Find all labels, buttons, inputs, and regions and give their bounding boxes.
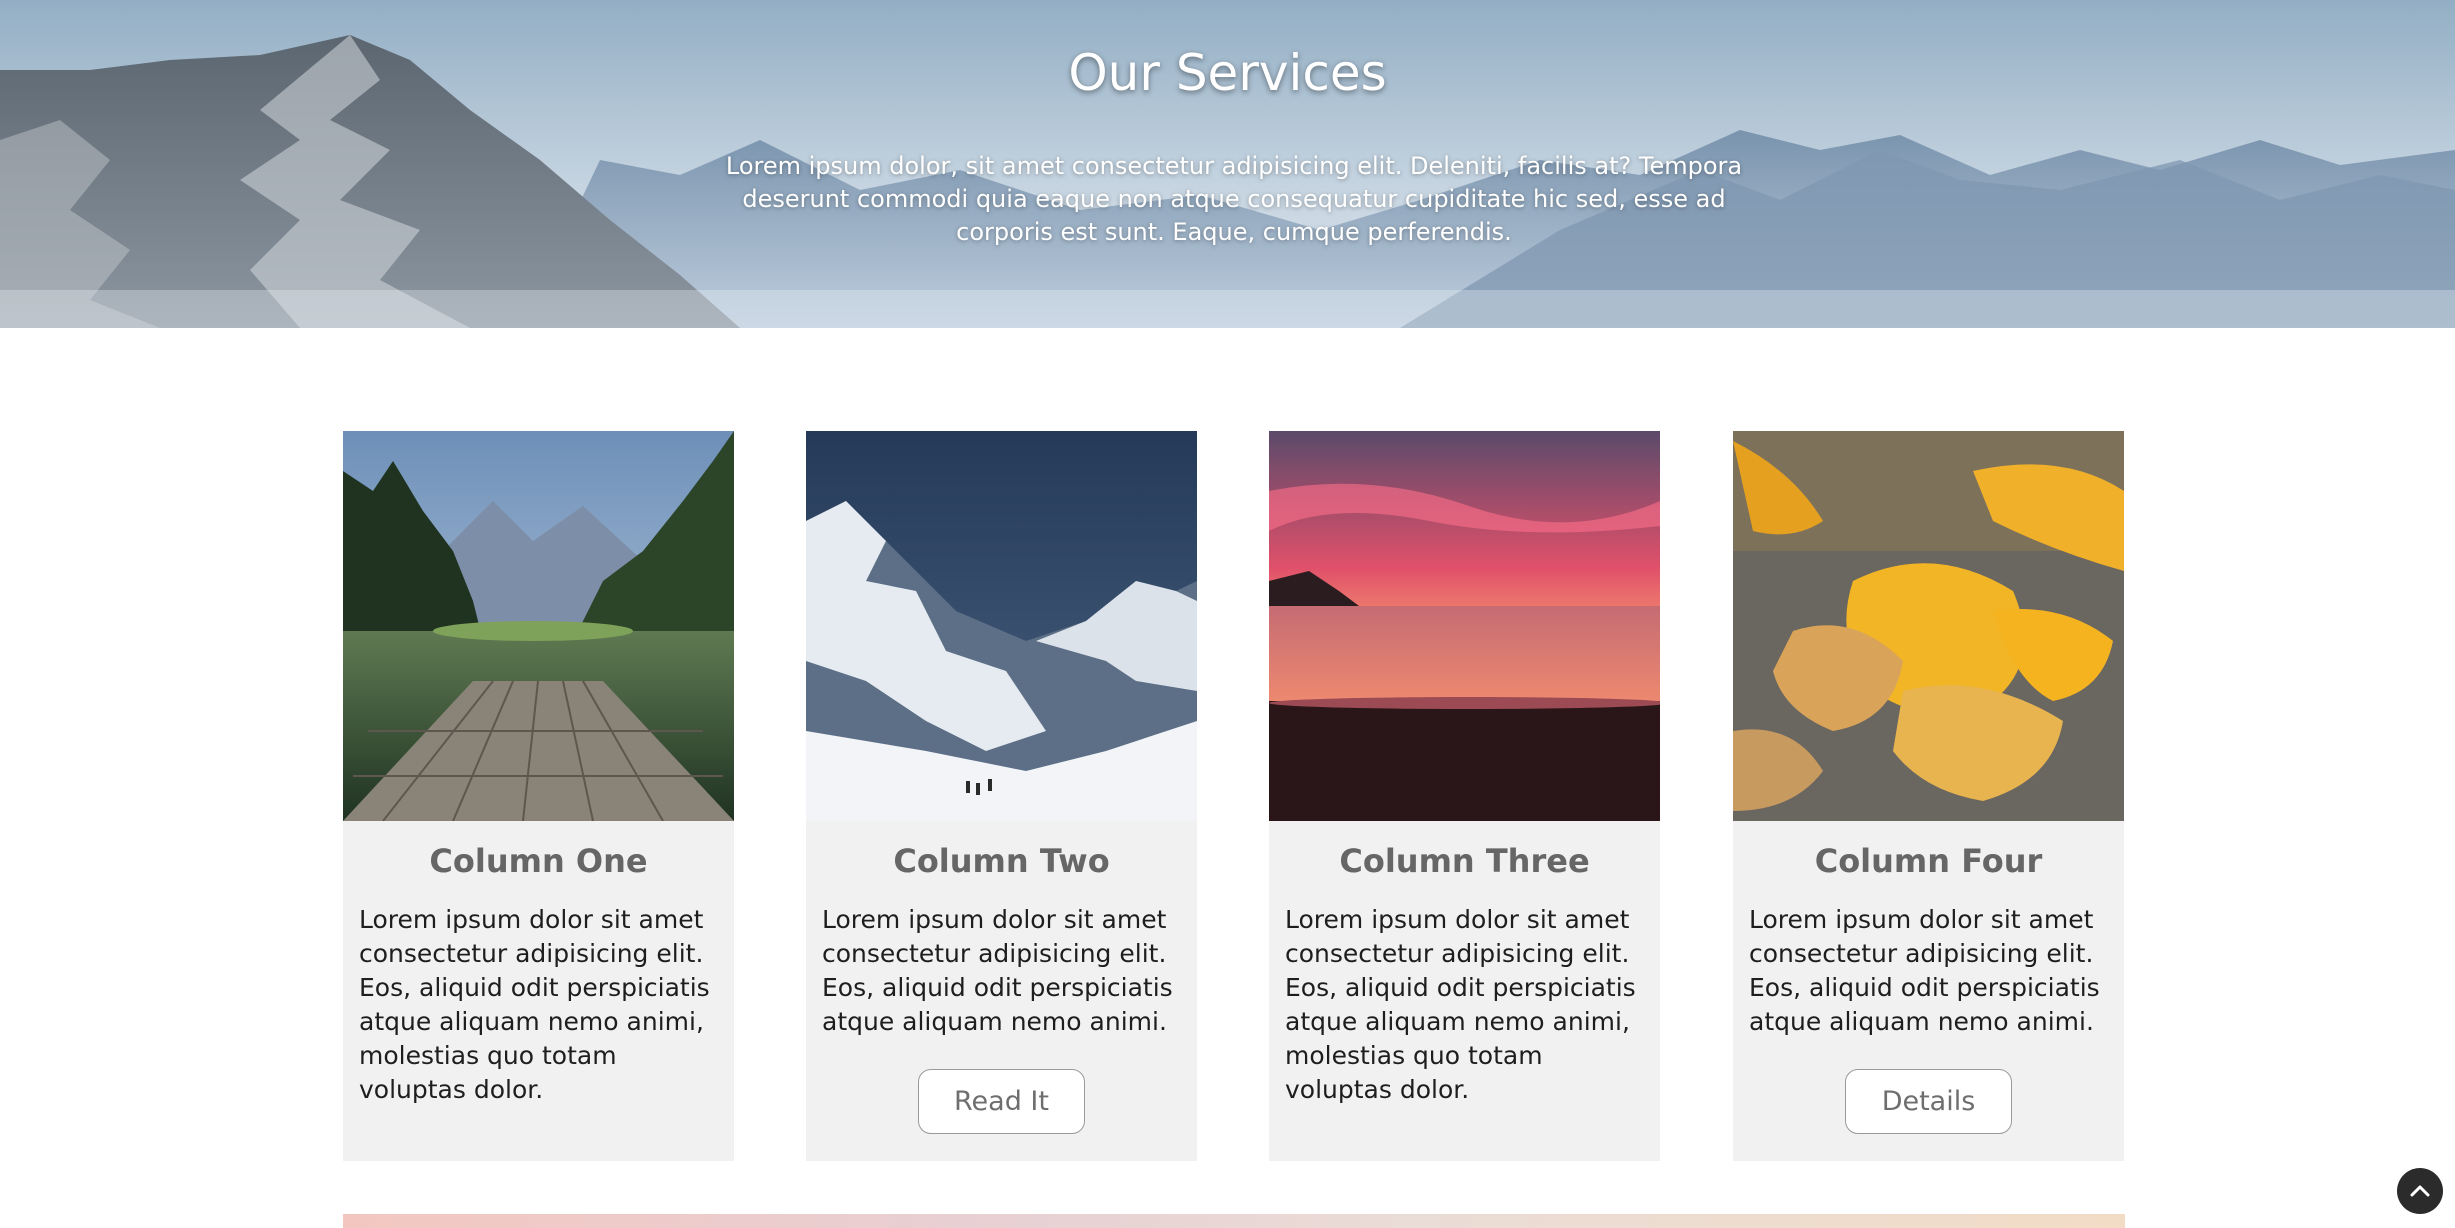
card-text: Lorem ipsum dolor sit amet consectetur a… (1285, 905, 1636, 1104)
hero-description: Lorem ipsum dolor, sit amet consectetur … (725, 152, 1743, 246)
chevron-up-icon (2410, 1185, 2430, 1197)
card-title: Column Four (1814, 842, 2043, 880)
autumn-leaves-image (1733, 431, 2124, 821)
lake-pier-image (343, 431, 734, 821)
read-it-button[interactable]: Read It (918, 1069, 1085, 1134)
scroll-to-top-button[interactable] (2397, 1168, 2443, 1214)
sunset-beach-image (1269, 431, 1660, 821)
card-text: Lorem ipsum dolor sit amet consectetur a… (1749, 905, 2100, 1036)
service-card-two: Column Two Lorem ipsum dolor sit amet co… (806, 431, 1197, 1161)
details-button[interactable]: Details (1845, 1069, 2012, 1134)
card-title: Column One (429, 842, 648, 880)
card-text: Lorem ipsum dolor sit amet consectetur a… (822, 905, 1173, 1036)
service-card-one: Column One Lorem ipsum dolor sit amet co… (343, 431, 734, 1161)
next-section-image-strip (343, 1214, 2125, 1228)
hero-banner: Our Services Lorem ipsum dolor, sit amet… (0, 0, 2455, 328)
snowy-mountain-image (806, 431, 1197, 821)
service-card-four: Column Four Lorem ipsum dolor sit amet c… (1733, 431, 2124, 1161)
card-title: Column Three (1339, 842, 1590, 880)
page-title: Our Services (1068, 44, 1387, 102)
card-title: Column Two (893, 842, 1110, 880)
card-text: Lorem ipsum dolor sit amet consectetur a… (359, 905, 710, 1104)
service-card-three: Column Three Lorem ipsum dolor sit amet … (1269, 431, 1660, 1161)
